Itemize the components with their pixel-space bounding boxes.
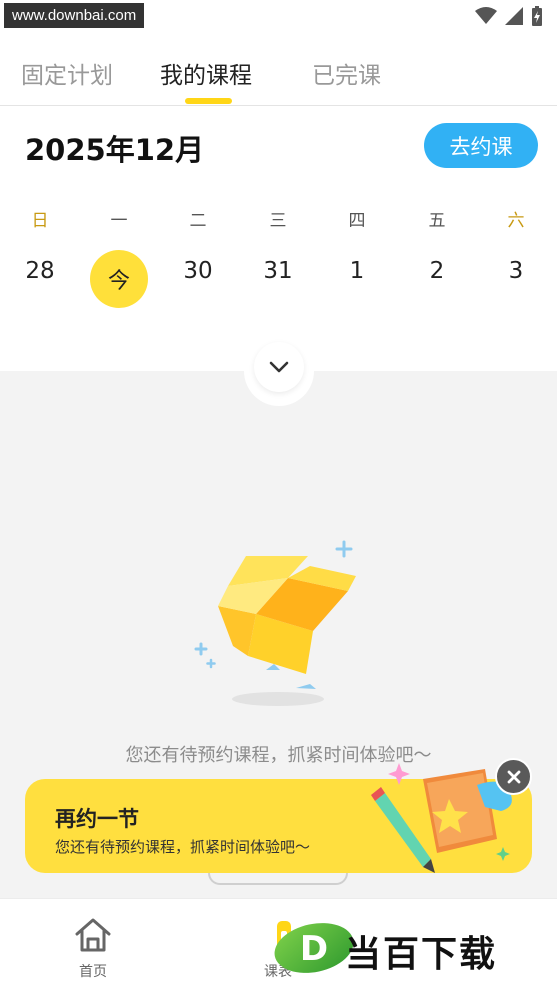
active-tab-indicator (185, 98, 232, 104)
signal-icon (505, 7, 523, 25)
close-icon (507, 770, 520, 783)
weekday-fri: 五 (428, 211, 446, 231)
watermark: www.downbai.com (4, 3, 145, 28)
expand-calendar-button[interactable] (254, 342, 304, 392)
tab-completed[interactable]: 已完课 (312, 56, 381, 90)
hidden-button-edge (208, 873, 348, 885)
day-cell[interactable]: 28 (10, 258, 70, 284)
svg-text:D: D (300, 929, 328, 969)
weekday-wed: 三 (269, 211, 287, 231)
promo-banner[interactable]: 再约一节 您还有待预约课程，抓紧时间体验吧～ (25, 763, 532, 873)
status-icons (475, 6, 543, 26)
weekday-sat: 六 (507, 211, 525, 231)
home-icon (75, 918, 111, 952)
tab-fixed-plan[interactable]: 固定计划 (21, 56, 113, 90)
close-banner-button[interactable] (495, 758, 532, 795)
weekday-sun: 日 (31, 211, 49, 231)
weekday-mon: 一 (110, 211, 128, 231)
banner-title: 再约一节 (55, 807, 139, 831)
month-title: 2025年12月 (25, 133, 205, 167)
tab-my-courses[interactable]: 我的课程 (160, 56, 252, 90)
tab-bar: 固定计划 我的课程 已完课 (0, 44, 557, 104)
day-cell[interactable]: 30 (168, 258, 228, 284)
banner-subtitle: 您还有待预约课程，抓紧时间体验吧～ (55, 838, 311, 856)
battery-icon (532, 6, 542, 26)
weekday-tue: 二 (189, 211, 207, 231)
book-course-button[interactable]: 去约课 (424, 123, 538, 168)
day-cell[interactable]: 31 (248, 258, 308, 284)
empty-box-illustration (194, 540, 356, 706)
divider (0, 105, 557, 106)
day-cell[interactable]: 1 (327, 258, 387, 284)
site-logo-text: 当百下载 (345, 934, 498, 975)
nav-home[interactable]: 首页 (53, 917, 133, 981)
chevron-down-icon (269, 361, 289, 373)
day-cell-today[interactable]: 今 (90, 250, 148, 308)
day-cell[interactable]: 2 (407, 258, 467, 284)
status-bar: www.downbai.com (0, 0, 557, 32)
weekday-thu: 四 (348, 211, 366, 231)
day-cell[interactable]: 3 (486, 258, 546, 284)
wifi-icon (475, 7, 497, 24)
nav-home-label: 首页 (79, 964, 107, 980)
